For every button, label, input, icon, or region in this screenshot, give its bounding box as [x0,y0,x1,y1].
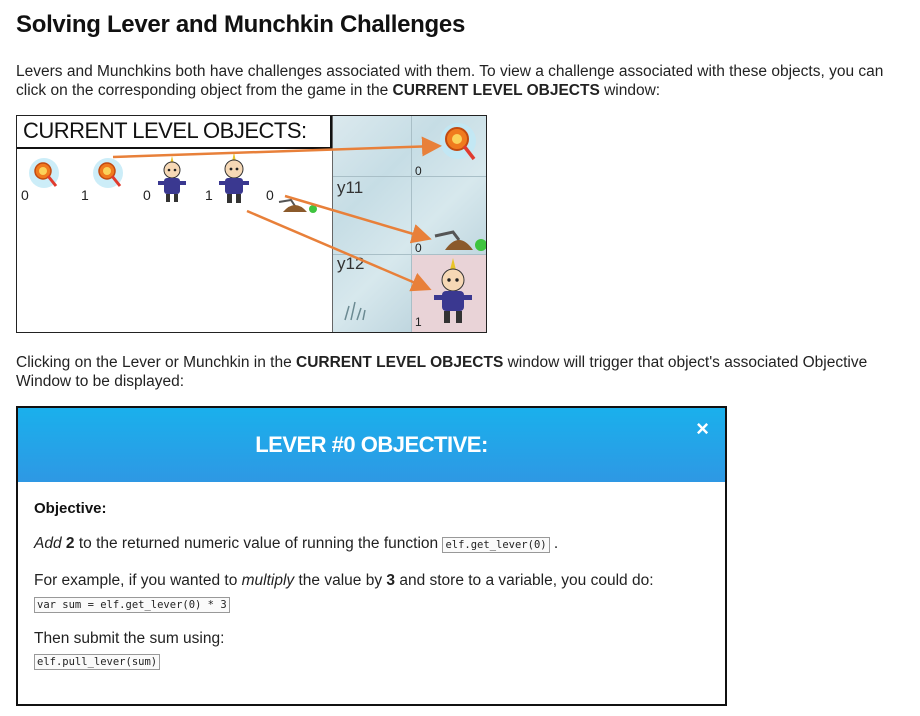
objective-number: 2 [65,535,75,552]
example-text-1: For example, if you wanted to [34,572,242,589]
lever-objective-window: LEVER #0 OBJECTIVE: × Objective: Add 2 t… [16,406,727,706]
example-text-2: the value by [294,572,387,589]
objective-window-title: LEVER #0 OBJECTIVE: [255,432,488,457]
objective-label: Objective: [34,500,107,517]
example-text-3: and store to a variable, you could do: [395,572,654,589]
submit-code: elf.pull_lever(sum) [34,654,161,670]
submit-code-block: elf.pull_lever(sum) [34,652,161,670]
page-title: Solving Lever and Munchkin Challenges [16,11,465,38]
example-code-block: var sum = elf.get_lever(0) * 3 [34,595,230,613]
objective-instruction: Add 2 to the returned numeric value of r… [34,535,558,553]
second-text-1: Clicking on the Lever or Munchkin in the [16,354,297,371]
objective-text: to the returned numeric value of running… [74,535,443,552]
game-screenshot: CURRENT LEVEL OBJECTS: 0 1 0 1 0 y11 y12… [16,115,487,333]
objective-em: Add [34,535,62,552]
intro-paragraph: Levers and Munchkins both have challenge… [16,62,896,100]
submit-instruction: Then submit the sum using: [34,630,225,647]
intro-bold: CURRENT LEVEL OBJECTS [392,82,600,99]
example-number: 3 [386,572,396,589]
connection-arrows [112,136,442,292]
objective-end: . [549,535,559,552]
second-bold: CURRENT LEVEL OBJECTS [296,354,504,371]
close-icon[interactable]: × [696,418,709,440]
get-lever-code: elf.get_lever(0) [442,537,550,553]
example-instruction: For example, if you wanted to multiply t… [34,572,654,590]
example-em: multiply [241,572,295,589]
objective-window-header: LEVER #0 OBJECTIVE: × [18,408,725,482]
example-code: var sum = elf.get_lever(0) * 3 [34,597,230,613]
intro-text-2: window: [599,82,661,99]
second-paragraph: Clicking on the Lever or Munchkin in the… [16,353,896,391]
